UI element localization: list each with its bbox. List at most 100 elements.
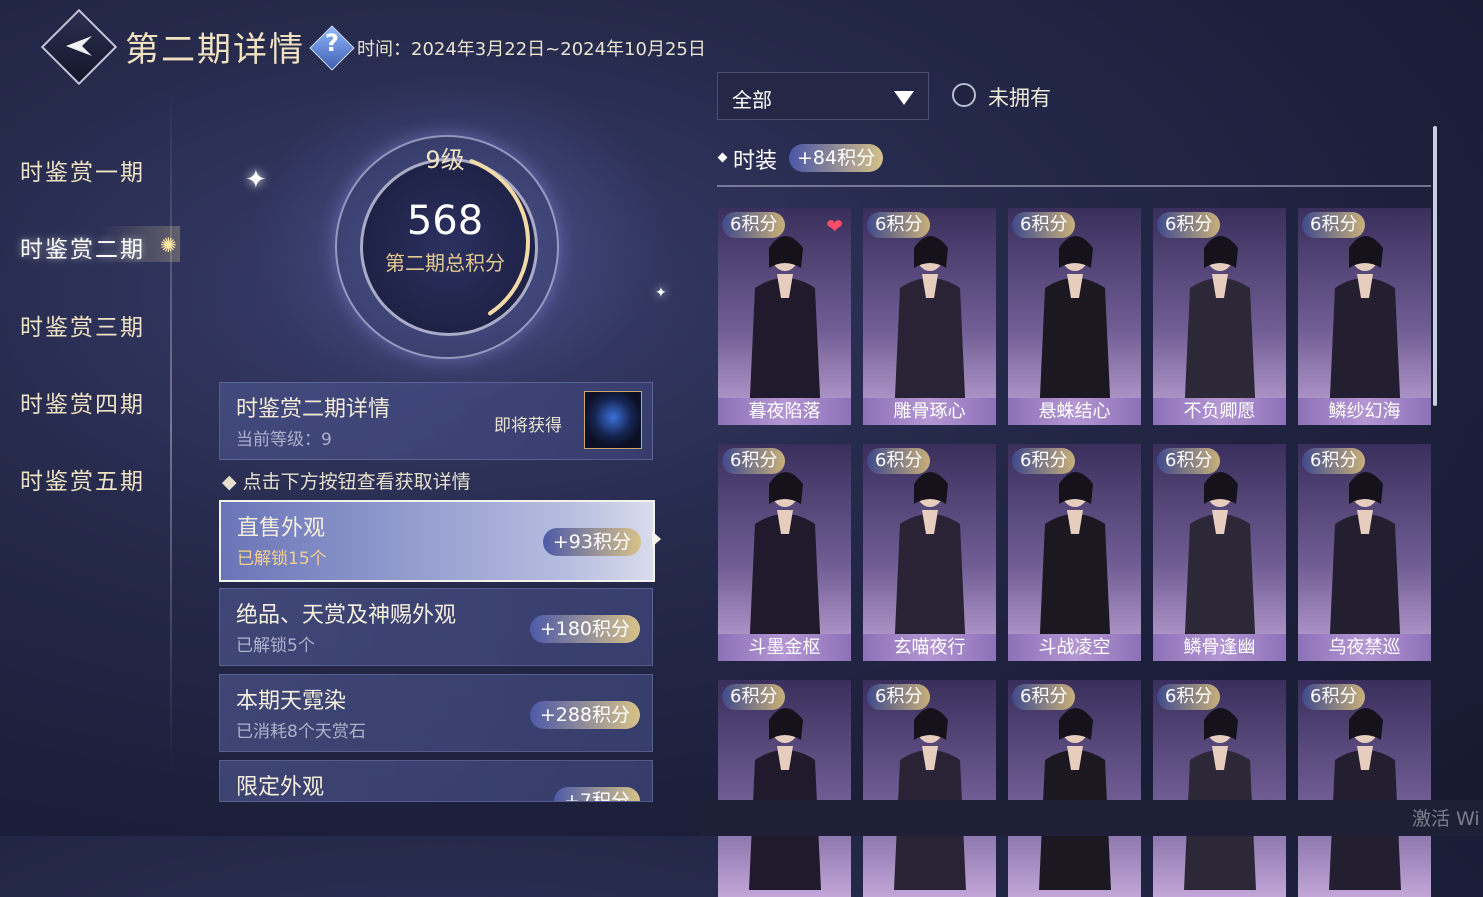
level-label: 9级 — [425, 146, 465, 174]
category-title: 限定外观 — [236, 775, 325, 800]
outfit-name: 鳞骨逢幽 — [1183, 637, 1256, 658]
points-badge: 6积分 — [1302, 684, 1366, 710]
bottom-edge — [700, 800, 1483, 836]
character-portrait — [1329, 708, 1401, 890]
filter-dropdown[interactable]: 全部 — [717, 72, 929, 120]
filter-selected: 全部 — [732, 88, 772, 112]
points-badge: 6积分 — [1157, 684, 1221, 710]
nav-item-period-2[interactable]: 时鉴赏二期 — [20, 230, 145, 264]
sparkle-icon: ✦ — [655, 285, 667, 301]
not-owned-radio[interactable] — [952, 83, 976, 107]
outfit-card[interactable]: 6积分不负卿愿 — [1153, 208, 1286, 425]
outfit-name: 斗墨金枢 — [748, 637, 821, 658]
page-title: 第二期详情 — [125, 30, 305, 70]
sphere-reward-icon[interactable] — [584, 391, 642, 449]
points-badge: 6积分 — [1012, 212, 1076, 238]
not-owned-label[interactable]: 未拥有 — [988, 82, 1051, 112]
total-score-label: 第二期总积分 — [385, 251, 505, 275]
outfit-card[interactable]: 6积分 乌夜禁巡 — [1298, 444, 1431, 661]
points-badge: 6积分 — [1157, 212, 1221, 238]
nav-item-period-3[interactable]: 时鉴赏三期 — [20, 308, 145, 342]
category-limited[interactable]: 限定外观 +7积分 — [219, 760, 653, 802]
section-divider — [717, 185, 1431, 187]
points-badge: 6积分 — [867, 212, 931, 238]
category-points: +180积分 — [529, 615, 640, 643]
character-portrait — [1329, 472, 1401, 654]
total-score: 568 — [406, 198, 484, 244]
nav-divider — [170, 90, 172, 770]
category-subtitle: 已消耗8个天赏石 — [236, 722, 366, 742]
outfit-name: 斗战凌空 — [1038, 637, 1111, 658]
outfit-card[interactable]: 6积分斗战凌空 — [1008, 444, 1141, 661]
swirl-icon: ✺ — [160, 233, 177, 257]
outfit-card[interactable]: 6积分玄喵夜行 — [863, 444, 996, 661]
date-range: 时间：2024年3月22日~2024年10月25日 — [357, 39, 706, 60]
character-portrait — [1184, 472, 1256, 654]
points-badge: 6积分 — [1157, 448, 1221, 474]
outfit-card[interactable]: 6积分 — [718, 680, 851, 897]
outfit-card[interactable]: 6积分悬蛛结心 — [1008, 208, 1141, 425]
category-dye[interactable]: 本期天霓染 已消耗8个天赏石 +288积分 — [219, 674, 653, 752]
nav-item-period-1[interactable]: 时鉴赏一期 — [20, 153, 145, 187]
sparkle-icon: ✦ — [245, 165, 267, 195]
category-subtitle: 已解锁5个 — [236, 636, 315, 656]
outfit-card[interactable]: 6积分鳞骨逢幽 — [1153, 444, 1286, 661]
category-points: +7积分 — [553, 787, 640, 801]
outfit-name: 雕骨琢心 — [893, 401, 966, 422]
nav-item-period-4[interactable]: 时鉴赏四期 — [20, 385, 145, 419]
activation-watermark: 激活 Wi — [1412, 808, 1480, 830]
heart-icon: ❤ — [826, 214, 843, 238]
points-badge: 6积分 — [722, 448, 786, 474]
category-subtitle: 已解锁15个 — [237, 549, 327, 569]
outfit-card[interactable]: 6积分 ❤ 暮夜陷落 — [718, 208, 851, 425]
period-detail-card[interactable]: 时鉴赏二期详情 当前等级：9 即将获得 — [219, 382, 653, 460]
current-level: 当前等级：9 — [236, 430, 332, 450]
outfit-name: 乌夜禁巡 — [1328, 637, 1401, 658]
character-portrait — [749, 708, 821, 890]
points-badge: 6积分 — [867, 684, 931, 710]
scrollbar-thumb[interactable] — [1433, 126, 1437, 406]
outfit-card[interactable]: 6积分 — [1298, 680, 1431, 897]
character-portrait — [1329, 236, 1401, 418]
category-title: 绝品、天赏及神赐外观 — [236, 603, 457, 628]
outfit-name: 悬蛛结心 — [1038, 401, 1111, 422]
active-pointer-icon — [652, 531, 661, 547]
detail-title: 时鉴赏二期详情 — [236, 397, 391, 422]
back-arrow-icon — [66, 36, 92, 56]
section-bullet-icon — [717, 152, 728, 163]
character-portrait — [1184, 708, 1256, 890]
outfit-card[interactable]: 6积分雕骨琢心 — [863, 208, 996, 425]
outfit-card[interactable]: 6积分 — [863, 680, 996, 897]
category-points: +93积分 — [542, 528, 641, 556]
section-title: 时装 — [733, 149, 778, 174]
nav-item-period-5[interactable]: 时鉴赏五期 — [20, 462, 145, 496]
outfit-name: 鳞纱幻海 — [1328, 401, 1401, 422]
category-direct-sale[interactable]: 直售外观 已解锁15个 +93积分 — [219, 500, 655, 582]
character-portrait — [894, 472, 966, 654]
points-badge: 6积分 — [1012, 684, 1076, 710]
chevron-down-icon — [894, 91, 914, 105]
character-portrait — [1184, 236, 1256, 418]
section-points: +84积分 — [789, 144, 884, 172]
points-badge: 6积分 — [1012, 448, 1076, 474]
category-points: +288积分 — [529, 701, 640, 729]
character-portrait — [894, 236, 966, 418]
outfit-card[interactable]: 6积分 — [1008, 680, 1141, 897]
points-badge: 6积分 — [1302, 212, 1366, 238]
outfit-card[interactable]: 6积分 — [1153, 680, 1286, 897]
character-portrait — [1039, 708, 1111, 890]
outfit-name: 不负卿愿 — [1183, 401, 1256, 422]
points-badge: 6积分 — [722, 212, 786, 238]
hint-text: ◆ 点击下方按钮查看获取详情 — [222, 471, 471, 493]
character-portrait — [749, 472, 821, 654]
character-portrait — [749, 236, 821, 418]
outfit-name: 玄喵夜行 — [893, 637, 966, 658]
category-title: 本期天霓染 — [236, 689, 347, 714]
outfit-card[interactable]: 6积分鳞纱幻海 — [1298, 208, 1431, 425]
points-badge: 6积分 — [867, 448, 931, 474]
character-portrait — [894, 708, 966, 890]
outfit-card[interactable]: 6积分斗墨金枢 — [718, 444, 851, 661]
category-premium[interactable]: 绝品、天赏及神赐外观 已解锁5个 +180积分 — [219, 588, 653, 666]
hint-label: 点击下方按钮查看获取详情 — [242, 471, 471, 493]
upcoming-reward-label: 即将获得 — [494, 416, 562, 436]
